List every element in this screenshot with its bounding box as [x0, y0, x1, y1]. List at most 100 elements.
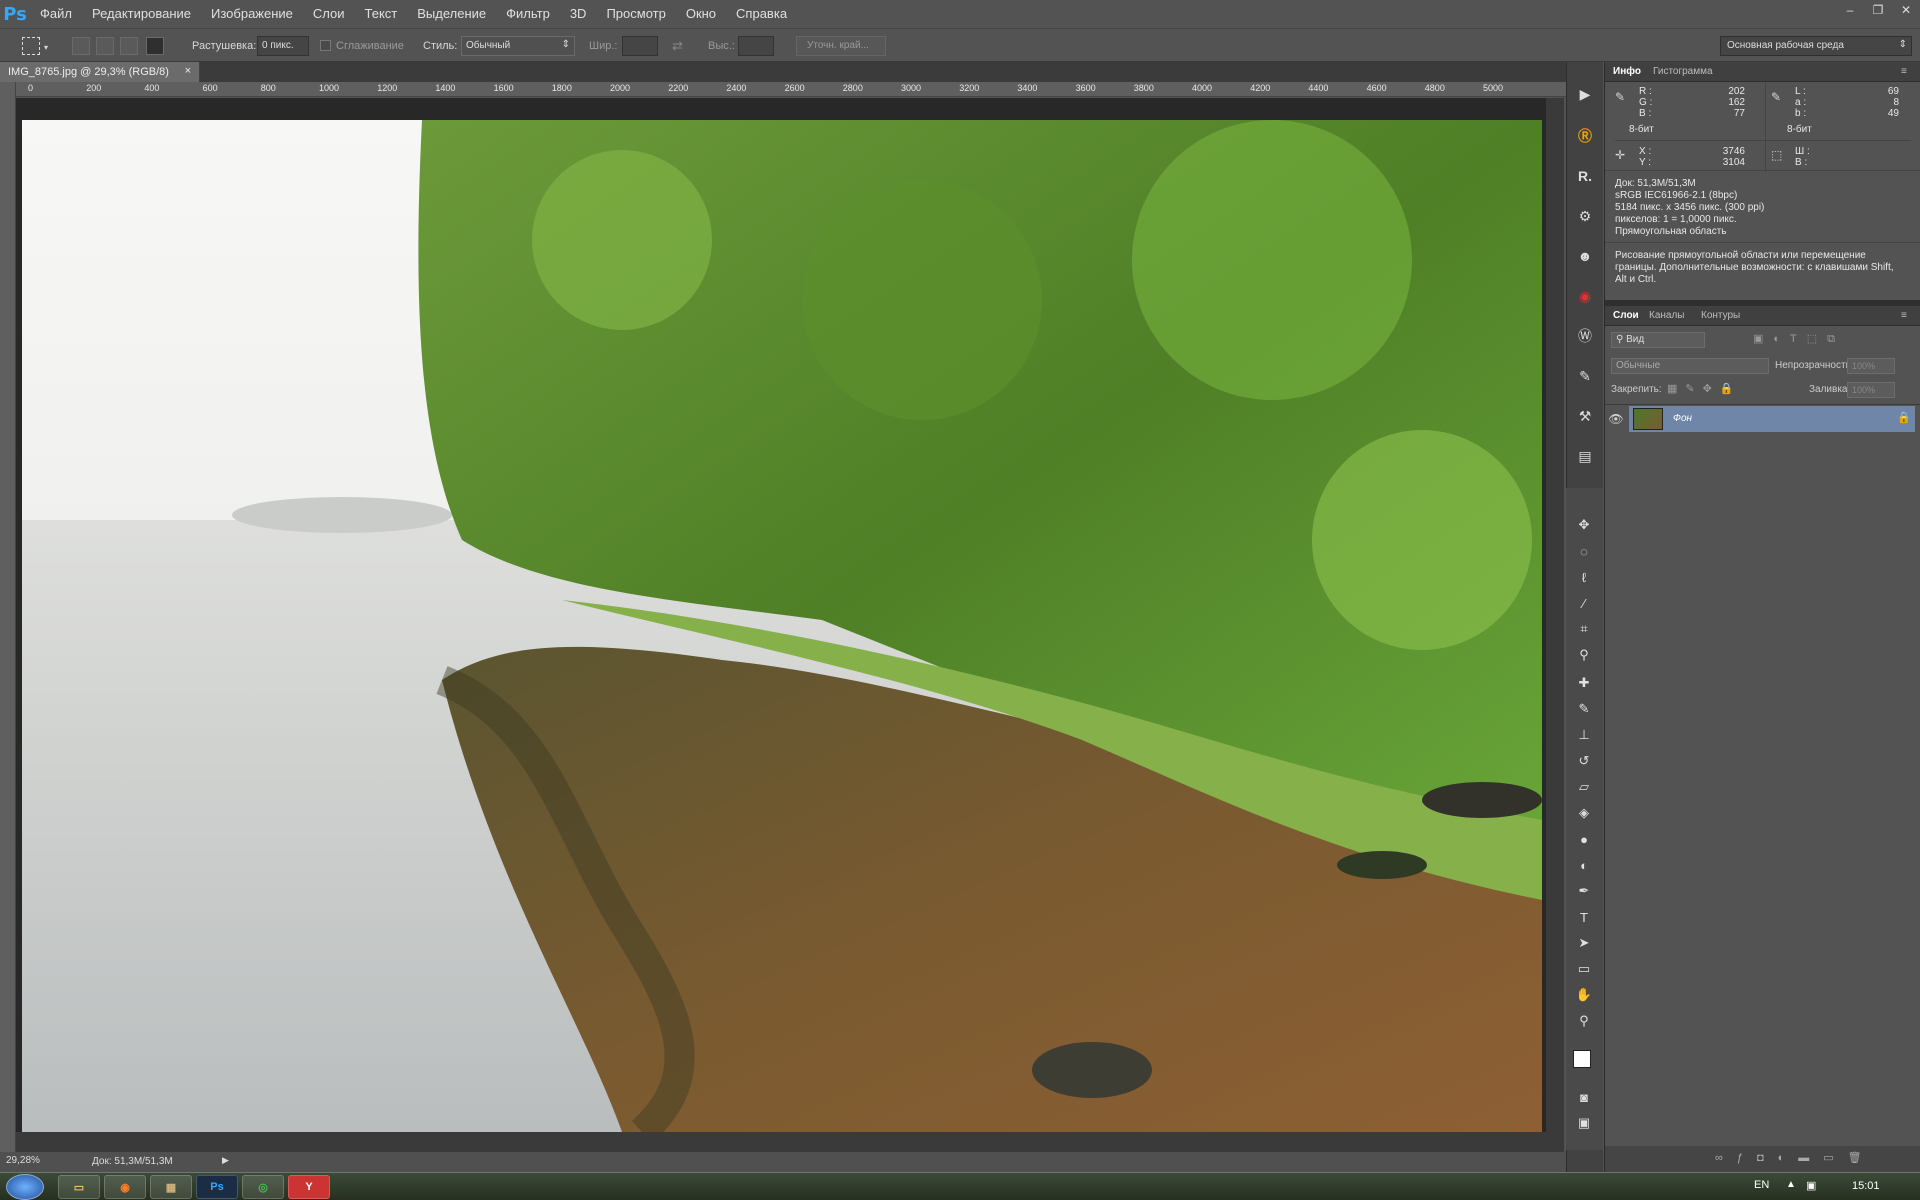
chevron-down-icon[interactable]: ▾ [44, 43, 48, 52]
minimize-button[interactable]: – [1836, 0, 1864, 20]
plugin-tool-icon[interactable]: ⚒ [1573, 404, 1597, 428]
intersect-selection-icon[interactable] [146, 37, 164, 55]
panel-menu-icon[interactable]: ≡ [1901, 66, 1907, 77]
window-controls: – ❐ ✕ [1836, 0, 1920, 20]
plugin-grid-icon[interactable]: ▤ [1573, 444, 1597, 468]
tray-arrow-icon[interactable]: ▲ [1786, 1179, 1796, 1190]
plugin-mask-icon[interactable]: ☻ [1573, 244, 1597, 268]
play-icon[interactable]: ▶ [222, 1155, 229, 1166]
layers-bottom-icons[interactable]: ∞ƒ◘◐▬▭🗑 [1605, 1146, 1920, 1172]
menu-item[interactable]: Редактирование [82, 0, 201, 28]
layer-row-background[interactable]: Фон 🔒 [1629, 406, 1915, 432]
subtract-selection-icon[interactable] [120, 37, 138, 55]
horizontal-scrollbar[interactable] [16, 1132, 1546, 1152]
layer-name[interactable]: Фон [1673, 413, 1692, 424]
tab-channels[interactable]: Каналы [1649, 310, 1685, 321]
panel-menu-icon[interactable]: ≡ [1901, 310, 1907, 321]
opacity-input[interactable]: 100% [1847, 358, 1895, 374]
menu-item[interactable]: Изображение [201, 0, 303, 28]
bucket-tool-icon[interactable]: ◈ [1572, 802, 1596, 824]
blur-tool-icon[interactable]: ● [1572, 828, 1596, 850]
tab-layers[interactable]: Слои [1613, 310, 1639, 321]
menu-item[interactable]: Просмотр [596, 0, 675, 28]
move-tool-icon[interactable]: ✥ [1572, 514, 1596, 536]
language-indicator[interactable]: EN [1754, 1179, 1769, 1191]
type-tool-icon[interactable]: T [1572, 906, 1596, 928]
width-input[interactable] [622, 36, 658, 56]
app-task-icon[interactable]: ▦ [150, 1175, 192, 1199]
photoshop-task-icon[interactable]: Ps [196, 1175, 238, 1199]
healing-tool-icon[interactable]: ✚ [1572, 672, 1596, 694]
plugin-red-icon[interactable]: ◉ [1573, 284, 1597, 308]
restore-button[interactable]: ❐ [1864, 0, 1892, 20]
foreground-color-swatch[interactable] [1573, 1050, 1591, 1068]
history-brush-tool-icon[interactable]: ↺ [1572, 750, 1596, 772]
yandex-task-icon[interactable]: Y [288, 1175, 330, 1199]
fill-label: Заливка: [1809, 384, 1851, 395]
menu-item[interactable]: Окно [676, 0, 726, 28]
lock-icons[interactable]: ▦✎✥🔒 [1667, 382, 1742, 395]
explorer-task-icon[interactable]: ▭ [58, 1175, 100, 1199]
crop-tool-icon[interactable]: ⌗ [1572, 618, 1596, 640]
firefox-task-icon[interactable]: ◉ [104, 1175, 146, 1199]
path-select-tool-icon[interactable]: ➤ [1572, 932, 1596, 954]
menu-item[interactable]: Фильтр [496, 0, 560, 28]
zoom-tool-icon[interactable]: ⚲ [1572, 1010, 1596, 1032]
add-selection-icon[interactable] [96, 37, 114, 55]
plugin-brush-icon[interactable]: ✎ [1573, 364, 1597, 388]
layer-filter-select[interactable]: ⚲ Вид [1611, 332, 1705, 348]
vertical-scrollbar[interactable] [1546, 98, 1564, 1152]
plugin-r-dot-icon[interactable]: R. [1573, 164, 1597, 188]
layer-filter-icons[interactable]: ▣◐T⬚⧉ [1753, 332, 1845, 346]
pen-tool-icon[interactable]: ✒ [1572, 880, 1596, 902]
height-input[interactable] [738, 36, 774, 56]
value-y: 3104 [1722, 157, 1745, 168]
document-photo[interactable] [22, 120, 1542, 1132]
style-select[interactable]: Обычный ⇕ [461, 36, 575, 56]
hand-tool-icon[interactable]: ✋ [1572, 984, 1596, 1006]
shape-tool-icon[interactable]: ▭ [1572, 958, 1596, 980]
lasso-tool-icon[interactable]: ℓ [1572, 566, 1596, 588]
tab-paths[interactable]: Контуры [1701, 310, 1740, 321]
plugin-w-icon[interactable]: Ⓦ [1573, 324, 1597, 348]
start-button[interactable] [6, 1174, 44, 1200]
workspace-select[interactable]: Основная рабочая среда ⇕ [1720, 36, 1912, 56]
swap-icon[interactable]: ⇄ [672, 38, 683, 54]
blend-mode-select[interactable]: Обычные [1611, 358, 1769, 374]
eyedropper-tool-icon[interactable]: ⚲ [1572, 644, 1596, 666]
menu-item[interactable]: Текст [355, 0, 408, 28]
eye-icon[interactable]: 👁 [1605, 406, 1627, 432]
close-button[interactable]: ✕ [1892, 0, 1920, 20]
clock[interactable]: 15:01 [1852, 1180, 1880, 1192]
network-icon[interactable]: ▣ [1806, 1179, 1816, 1192]
feather-input[interactable]: 0 пикс. [257, 36, 309, 56]
menu-item[interactable]: Справка [726, 0, 797, 28]
plugin-gear-icon[interactable]: ⚙ [1573, 204, 1597, 228]
close-tab-icon[interactable]: × [185, 65, 191, 77]
zoom-level[interactable]: 29,28% [6, 1155, 40, 1166]
menu-item[interactable]: Выделение [407, 0, 496, 28]
menu-item[interactable]: Файл [30, 0, 82, 28]
brush-tool-icon[interactable]: ✎ [1572, 698, 1596, 720]
fill-input[interactable]: 100% [1847, 382, 1895, 398]
tab-histogram[interactable]: Гистограмма [1653, 66, 1713, 77]
screen-mode-icon[interactable]: ▣ [1572, 1112, 1596, 1134]
document-tab[interactable]: IMG_8765.jpg @ 29,3% (RGB/8) × [0, 62, 200, 82]
rect-marquee-icon[interactable] [22, 37, 40, 55]
menu-item[interactable]: 3D [560, 0, 597, 28]
refine-edge-button[interactable]: Уточн. край... [796, 36, 886, 56]
play-action-icon[interactable]: ▶ [1573, 82, 1597, 106]
utorrent-task-icon[interactable]: ◎ [242, 1175, 284, 1199]
dodge-tool-icon[interactable]: ◐ [1572, 854, 1596, 876]
quick-mask-icon[interactable]: ◙ [1572, 1086, 1596, 1108]
antialias-checkbox[interactable] [320, 40, 331, 51]
menu-item[interactable]: Слои [303, 0, 355, 28]
menu-items: Файл Редактирование Изображение Слои Текст Вы… [30, 0, 797, 28]
tab-info[interactable]: Инфо [1613, 66, 1641, 77]
plugin-r-icon[interactable]: Ⓡ [1573, 124, 1597, 148]
eraser-tool-icon[interactable]: ▱ [1572, 776, 1596, 798]
new-selection-icon[interactable] [72, 37, 90, 55]
quick-select-tool-icon[interactable]: ⁄ [1572, 592, 1596, 614]
stamp-tool-icon[interactable]: ⊥ [1572, 724, 1596, 746]
marquee-tool-icon[interactable]: ◌ [1572, 540, 1596, 562]
